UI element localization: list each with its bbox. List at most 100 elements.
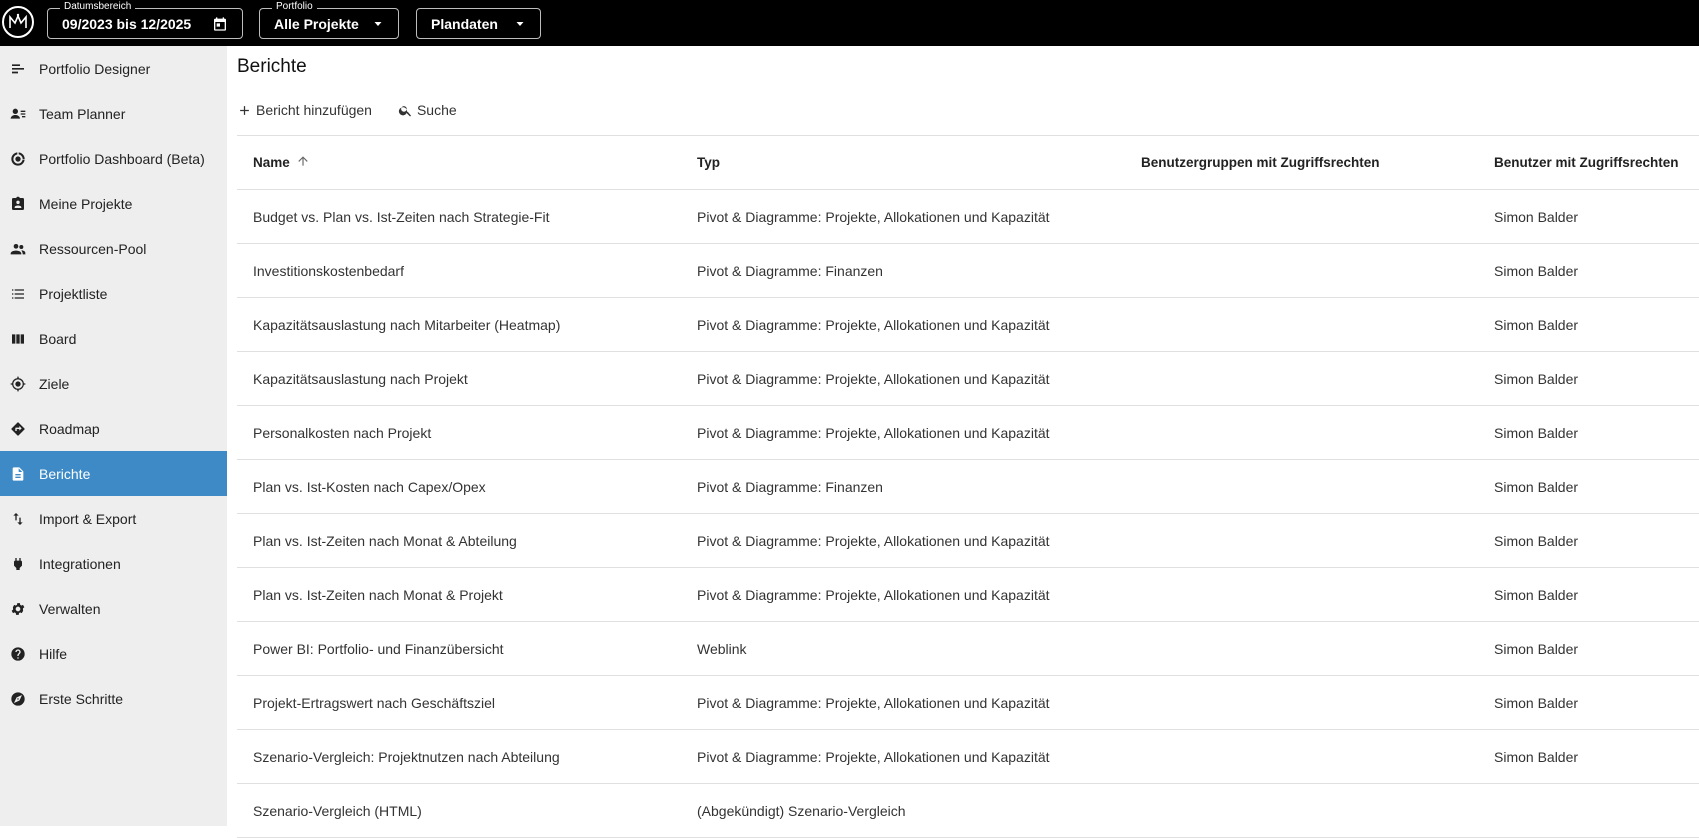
report-icon: [9, 465, 27, 483]
sidebar-item-import-export[interactable]: Import & Export: [0, 496, 227, 541]
sidebar-item-label: Verwalten: [39, 600, 101, 617]
dashboard-icon: [9, 150, 27, 168]
plus-icon: [240, 105, 249, 115]
report-users: Simon Balder: [1494, 532, 1579, 549]
table-row[interactable]: Szenario-Vergleich: Projektnutzen nach A…: [237, 730, 1699, 784]
monogram-logo-icon[interactable]: [2, 6, 34, 38]
sidebar-item-project-list[interactable]: Projektliste: [0, 271, 227, 316]
sidebar-item-label: Portfolio Designer: [39, 60, 151, 77]
report-name[interactable]: Budget vs. Plan vs. Ist-Zeiten nach Stra…: [253, 190, 549, 243]
sidebar-item-label: Berichte: [39, 465, 91, 482]
report-name[interactable]: Power BI: Portfolio- und Finanzübersicht: [253, 622, 504, 675]
plandata-value: Plandaten: [431, 15, 498, 32]
sidebar-item-label: Hilfe: [39, 645, 68, 662]
report-users: Simon Balder: [1494, 586, 1579, 603]
report-users: Simon Balder: [1494, 748, 1579, 765]
sidebar-item-reports[interactable]: Berichte: [0, 451, 227, 496]
sidebar-item-manage[interactable]: Verwalten: [0, 586, 227, 631]
target-icon: [9, 375, 27, 393]
page-title: Berichte: [237, 56, 307, 77]
table-row[interactable]: Plan vs. Ist-Zeiten nach Monat & Abteilu…: [237, 514, 1699, 568]
report-type: (Abgekündigt) Szenario-Vergleich: [697, 802, 906, 819]
report-name[interactable]: Szenario-Vergleich: Projektnutzen nach A…: [253, 730, 560, 783]
portfolio-designer-icon: [9, 60, 27, 78]
column-header-type[interactable]: Typ: [697, 136, 720, 189]
toolbar: Bericht hinzufügen Suche: [237, 102, 483, 118]
report-name[interactable]: Plan vs. Ist-Kosten nach Capex/Opex: [253, 460, 486, 513]
sidebar-item-portfolio-designer[interactable]: Portfolio Designer: [0, 46, 227, 91]
report-name[interactable]: Szenario-Vergleich (HTML): [253, 784, 422, 837]
report-name[interactable]: Kapazitätsauslastung nach Mitarbeiter (H…: [253, 298, 560, 351]
table-row[interactable]: Power BI: Portfolio- und Finanzübersicht…: [237, 622, 1699, 676]
table-row[interactable]: Plan vs. Ist-Zeiten nach Monat & Projekt…: [237, 568, 1699, 622]
sidebar-item-label: Integrationen: [39, 555, 121, 572]
gear-icon: [9, 600, 27, 618]
sidebar-item-label: Erste Schritte: [39, 690, 124, 707]
table-row[interactable]: Projekt-Ertragswert nach Geschäftsziel P…: [237, 676, 1699, 730]
dropdown-arrow-icon: [372, 18, 384, 30]
table-row[interactable]: Plan vs. Ist-Kosten nach Capex/Opex Pivo…: [237, 460, 1699, 514]
report-users: Simon Balder: [1494, 208, 1579, 225]
report-name[interactable]: Plan vs. Ist-Zeiten nach Monat & Projekt: [253, 568, 503, 621]
report-name[interactable]: Projekt-Ertragswert nach Geschäftsziel: [253, 676, 495, 729]
portfolio-select[interactable]: Portfolio Alle Projekte: [259, 1, 399, 39]
sidebar-item-team-planner[interactable]: Team Planner: [0, 91, 227, 136]
sidebar-item-integrations[interactable]: Integrationen: [0, 541, 227, 586]
report-users: Simon Balder: [1494, 478, 1579, 495]
top-bar: Datumsbereich 09/2023 bis 12/2025 Portfo…: [0, 0, 1699, 46]
compass-icon: [9, 690, 27, 708]
sidebar-item-label: Ziele: [39, 375, 70, 392]
report-users: Simon Balder: [1494, 640, 1579, 657]
sidebar-item-label: Team Planner: [39, 105, 126, 122]
table-row[interactable]: Kapazitätsauslastung nach Mitarbeiter (H…: [237, 298, 1699, 352]
report-users: Simon Balder: [1494, 262, 1579, 279]
report-type: Pivot & Diagramme: Finanzen: [697, 478, 883, 495]
sidebar-item-help[interactable]: Hilfe: [0, 631, 227, 676]
sidebar-item-label: Meine Projekte: [39, 195, 133, 212]
sidebar-item-first-steps[interactable]: Erste Schritte: [0, 676, 227, 721]
main-content: Berichte Bericht hinzufügen Suche Name T…: [227, 46, 1699, 838]
report-name[interactable]: Plan vs. Ist-Zeiten nach Monat & Abteilu…: [253, 514, 517, 567]
column-header-users[interactable]: Benutzer mit Zugriffsrechten: [1494, 136, 1679, 189]
report-users: Simon Balder: [1494, 370, 1579, 387]
table-row[interactable]: Kapazitätsauslastung nach Projekt Pivot …: [237, 352, 1699, 406]
report-type: Pivot & Diagramme: Projekte, Allokatione…: [697, 748, 1050, 765]
sidebar-item-portfolio-dashboard[interactable]: Portfolio Dashboard (Beta): [0, 136, 227, 181]
table-row[interactable]: Investitionskostenbedarf Pivot & Diagram…: [237, 244, 1699, 298]
sidebar-item-label: Projektliste: [39, 285, 108, 302]
table-row[interactable]: Personalkosten nach Projekt Pivot & Diag…: [237, 406, 1699, 460]
arrow-up-icon[interactable]: [290, 154, 310, 171]
report-type: Pivot & Diagramme: Projekte, Allokatione…: [697, 586, 1050, 603]
date-range-value: 09/2023 bis 12/2025: [62, 15, 192, 32]
sidebar-item-label: Import & Export: [39, 510, 137, 527]
report-name[interactable]: Investitionskostenbedarf: [253, 244, 404, 297]
sidebar-item-label: Portfolio Dashboard (Beta): [39, 150, 205, 167]
add-report-button[interactable]: Bericht hinzufügen: [237, 102, 372, 118]
column-header-groups[interactable]: Benutzergruppen mit Zugriffsrechten: [1141, 136, 1380, 189]
column-header-label: Name: [253, 155, 290, 170]
my-projects-icon: [9, 195, 27, 213]
sidebar-item-roadmap[interactable]: Roadmap: [0, 406, 227, 451]
reports-table: Name Typ Benutzergruppen mit Zugriffsrec…: [237, 135, 1699, 838]
calendar-icon[interactable]: [212, 16, 228, 32]
people-icon: [9, 240, 27, 258]
search-button[interactable]: Suche: [398, 102, 457, 118]
report-name[interactable]: Kapazitätsauslastung nach Projekt: [253, 352, 468, 405]
portfolio-legend: Portfolio: [272, 1, 317, 13]
sidebar-item-resource-pool[interactable]: Ressourcen-Pool: [0, 226, 227, 271]
report-name[interactable]: Personalkosten nach Projekt: [253, 406, 431, 459]
report-type: Pivot & Diagramme: Projekte, Allokatione…: [697, 694, 1050, 711]
date-range-field[interactable]: Datumsbereich 09/2023 bis 12/2025: [47, 1, 243, 39]
table-row[interactable]: Szenario-Vergleich (HTML) (Abgekündigt) …: [237, 784, 1699, 838]
table-row[interactable]: Budget vs. Plan vs. Ist-Zeiten nach Stra…: [237, 190, 1699, 244]
list-icon: [9, 285, 27, 303]
report-users: Simon Balder: [1494, 316, 1579, 333]
report-type: Weblink: [697, 640, 747, 657]
report-type: Pivot & Diagramme: Projekte, Allokatione…: [697, 208, 1050, 225]
sidebar-item-board[interactable]: Board: [0, 316, 227, 361]
report-type: Pivot & Diagramme: Projekte, Allokatione…: [697, 532, 1050, 549]
sidebar-item-goals[interactable]: Ziele: [0, 361, 227, 406]
sidebar-item-my-projects[interactable]: Meine Projekte: [0, 181, 227, 226]
column-header-name[interactable]: Name: [253, 136, 310, 189]
plandata-select[interactable]: Plandaten: [416, 8, 541, 39]
